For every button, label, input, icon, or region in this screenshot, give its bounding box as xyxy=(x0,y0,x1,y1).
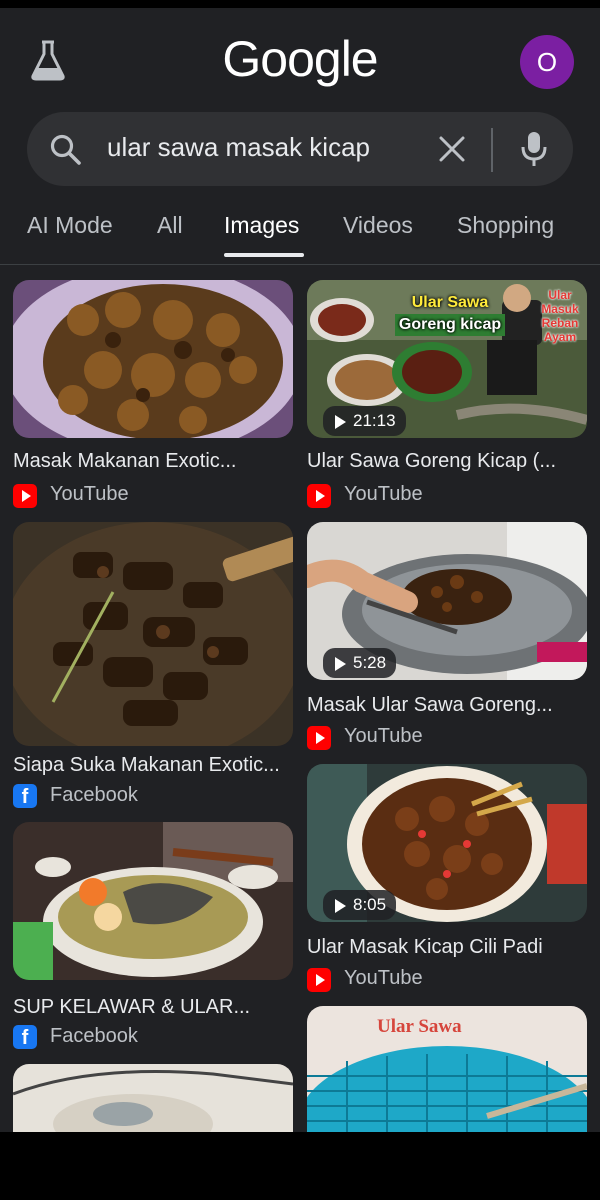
clear-icon[interactable] xyxy=(437,134,467,169)
result-source: YouTube xyxy=(344,967,423,989)
microphone-icon[interactable] xyxy=(519,130,549,173)
facebook-icon: f xyxy=(13,1025,37,1049)
tab-videos[interactable]: Videos xyxy=(343,212,413,239)
result-source: YouTube xyxy=(50,483,129,505)
result-source: Facebook xyxy=(50,784,138,806)
video-duration: 21:13 xyxy=(323,406,406,436)
tab-all[interactable]: All xyxy=(157,212,183,239)
result-title[interactable]: Masak Ular Sawa Goreng... xyxy=(307,694,553,717)
youtube-icon xyxy=(307,968,331,992)
play-icon xyxy=(335,415,346,429)
result-thumbnail[interactable] xyxy=(13,1064,293,1132)
youtube-icon xyxy=(307,484,331,508)
google-logo[interactable]: Google xyxy=(0,30,600,88)
result-thumbnail[interactable]: 8:05 xyxy=(307,764,587,922)
video-duration: 8:05 xyxy=(323,890,397,920)
search-icon[interactable] xyxy=(49,133,83,172)
video-duration: 5:28 xyxy=(323,648,397,678)
result-title[interactable]: Ular Sawa Goreng Kicap (... xyxy=(307,450,556,473)
tab-shopping[interactable]: Shopping xyxy=(457,212,554,239)
result-thumbnail[interactable] xyxy=(13,522,293,746)
result-source: YouTube xyxy=(344,725,423,747)
avatar[interactable]: O xyxy=(520,35,574,89)
screen: Google O ular sawa masak kicap AI Mode A… xyxy=(0,8,600,1132)
result-title[interactable]: Siapa Suka Makanan Exotic... xyxy=(13,754,280,777)
search-box[interactable]: ular sawa masak kicap xyxy=(27,112,573,186)
facebook-icon: f xyxy=(13,784,37,808)
result-thumbnail[interactable] xyxy=(13,280,293,438)
thumbnail-side-text: Ular Masuk Reban Ayam xyxy=(541,288,579,344)
play-icon xyxy=(335,657,346,671)
youtube-icon xyxy=(307,726,331,750)
result-title[interactable]: Ular Masak Kicap Cili Padi xyxy=(307,936,543,959)
thumbnail-overlay-text: Ular Sawa Goreng kicap xyxy=(395,292,505,336)
youtube-icon xyxy=(13,484,37,508)
result-title[interactable]: Masak Makanan Exotic... xyxy=(13,450,236,473)
result-thumbnail[interactable] xyxy=(13,822,293,980)
thumbnail-overlay-text: Ular Sawa xyxy=(377,1016,462,1037)
result-source: YouTube xyxy=(344,483,423,505)
result-thumbnail[interactable]: Ular Sawa Goreng kicap Ular Masuk Reban … xyxy=(307,280,587,438)
search-input[interactable]: ular sawa masak kicap xyxy=(107,132,370,163)
active-tab-indicator xyxy=(224,253,304,257)
search-divider xyxy=(491,128,493,172)
play-icon xyxy=(335,899,346,913)
result-thumbnail[interactable]: 5:28 xyxy=(307,522,587,680)
tab-ai-mode[interactable]: AI Mode xyxy=(27,212,113,239)
result-source: Facebook xyxy=(50,1025,138,1047)
search-tabs: AI Mode All Images Videos Shopping xyxy=(0,204,600,265)
top-bar: Google O xyxy=(0,8,600,108)
result-thumbnail[interactable]: Ular Sawa xyxy=(307,1006,587,1132)
tab-images[interactable]: Images xyxy=(224,212,299,239)
result-title[interactable]: SUP KELAWAR & ULAR... xyxy=(13,996,250,1019)
